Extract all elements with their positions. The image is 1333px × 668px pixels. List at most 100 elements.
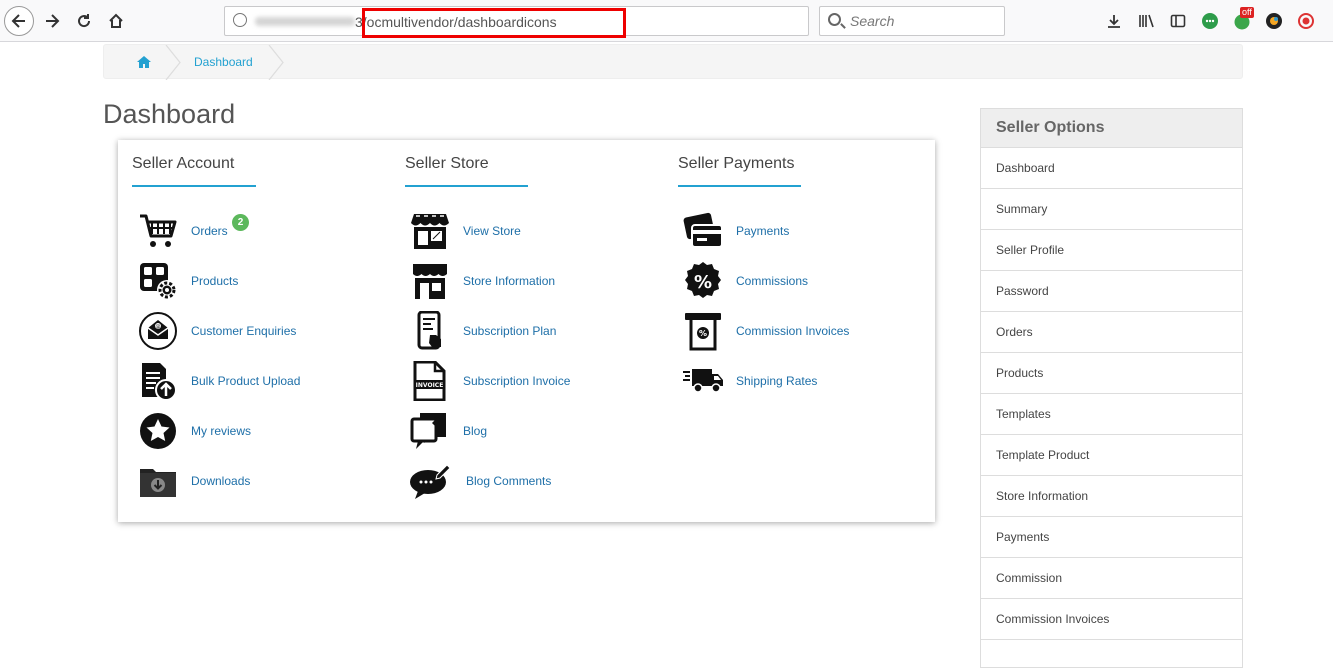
dashboard-card: Seller Account Orders 2 Products @ Custo… bbox=[118, 140, 935, 522]
column-title: Seller Payments bbox=[678, 155, 795, 172]
sidebar-toggle-icon[interactable] bbox=[1168, 11, 1188, 31]
browser-toolbar: 3/ocmultivendor/dashboardicons off bbox=[0, 0, 1333, 42]
item-label: Subscription Invoice bbox=[463, 374, 571, 388]
chat-extension-icon[interactable] bbox=[1200, 11, 1220, 31]
url-host-blurred bbox=[255, 17, 355, 26]
dashboard-item-products[interactable]: Products bbox=[136, 261, 238, 301]
column-underline bbox=[405, 185, 528, 187]
dashboard-item-downloads[interactable]: Downloads bbox=[136, 461, 250, 501]
sidebar-item-store-information[interactable]: Store Information bbox=[981, 476, 1242, 517]
envelope-icon: @ bbox=[139, 312, 177, 350]
dashboard-item-store-information[interactable]: Store Information bbox=[408, 261, 555, 301]
storefront-icon bbox=[411, 214, 449, 249]
upload-doc-icon bbox=[142, 363, 177, 401]
color-picker-icon[interactable] bbox=[1264, 11, 1284, 31]
search-box[interactable] bbox=[819, 6, 1005, 36]
item-label: Shipping Rates bbox=[736, 374, 818, 388]
seller-options-sidebar: Seller Options Dashboard Summary Seller … bbox=[980, 108, 1243, 668]
download-icon[interactable] bbox=[1104, 11, 1124, 31]
arrow-right-icon bbox=[46, 14, 60, 28]
reload-icon bbox=[78, 14, 91, 28]
info-icon[interactable] bbox=[233, 13, 247, 27]
card-icon bbox=[683, 212, 723, 248]
home-button[interactable] bbox=[102, 7, 130, 35]
store-info-icon bbox=[413, 264, 447, 299]
search-icon bbox=[828, 13, 841, 26]
sidebar-item-payments[interactable]: Payments bbox=[981, 517, 1242, 558]
item-label: Bulk Product Upload bbox=[191, 374, 301, 388]
products-gear-icon bbox=[140, 263, 177, 300]
breadcrumb: Dashboard bbox=[103, 44, 1243, 80]
dashboard-item-shipping-rates[interactable]: Shipping Rates bbox=[681, 361, 817, 401]
item-label: View Store bbox=[463, 224, 521, 238]
item-label: Subscription Plan bbox=[463, 324, 557, 338]
sidebar-item-seller-profile[interactable]: Seller Profile bbox=[981, 230, 1242, 271]
sidebar-item-commission-invoices[interactable]: Commission Invoices bbox=[981, 599, 1242, 640]
house-icon bbox=[109, 13, 123, 28]
reload-button[interactable] bbox=[70, 7, 98, 35]
item-label: Customer Enquiries bbox=[191, 324, 297, 338]
star-badge-icon bbox=[140, 413, 176, 449]
sidebar-title: Seller Options bbox=[981, 109, 1242, 148]
dashboard-item-bulk-upload[interactable]: Bulk Product Upload bbox=[136, 361, 300, 401]
sidebar-item-password[interactable]: Password bbox=[981, 271, 1242, 312]
back-button[interactable] bbox=[4, 6, 34, 36]
percent-badge-icon: % bbox=[685, 262, 721, 298]
cart-icon bbox=[140, 214, 177, 247]
receipt-percent-icon: % bbox=[685, 313, 721, 351]
item-label: Orders bbox=[191, 224, 228, 238]
orders-count-badge: 2 bbox=[232, 214, 249, 231]
page-title: Dashboard bbox=[103, 99, 236, 129]
sidebar-item-templates[interactable]: Templates bbox=[981, 394, 1242, 435]
dashboard-item-orders[interactable]: Orders bbox=[136, 211, 228, 251]
dashboard-item-blog[interactable]: Blog bbox=[408, 411, 487, 451]
breadcrumb-separator bbox=[165, 45, 181, 80]
dashboard-item-commissions[interactable]: % Commissions bbox=[681, 261, 808, 301]
invoice-doc-icon: INVOICE bbox=[413, 361, 446, 401]
blog-icon bbox=[410, 413, 446, 449]
home-icon[interactable] bbox=[136, 54, 152, 70]
column-title: Seller Store bbox=[405, 155, 489, 172]
svg-text:INVOICE: INVOICE bbox=[416, 382, 444, 389]
forward-button[interactable] bbox=[38, 7, 66, 35]
sidebar-item-products[interactable]: Products bbox=[981, 353, 1242, 394]
comment-bubble-icon bbox=[410, 464, 451, 499]
dashboard-item-commission-invoices[interactable]: % Commission Invoices bbox=[681, 311, 849, 351]
item-label: Store Information bbox=[463, 274, 556, 288]
dashboard-item-payments[interactable]: Payments bbox=[681, 211, 789, 251]
record-icon[interactable] bbox=[1296, 11, 1316, 31]
library-icon[interactable] bbox=[1137, 11, 1157, 31]
column-underline bbox=[678, 185, 801, 187]
download-folder-icon bbox=[140, 469, 176, 497]
svg-text:%: % bbox=[699, 329, 707, 338]
dashboard-item-view-store[interactable]: View Store bbox=[408, 211, 521, 251]
truck-icon bbox=[683, 369, 723, 393]
column-title: Seller Account bbox=[132, 155, 235, 172]
item-label: Blog Comments bbox=[466, 474, 552, 488]
sidebar-item-commission[interactable]: Commission bbox=[981, 558, 1242, 599]
search-input[interactable] bbox=[850, 12, 1000, 30]
dashboard-item-blog-comments[interactable]: Blog Comments bbox=[408, 461, 551, 501]
dashboard-item-subscription-plan[interactable]: Subscription Plan bbox=[408, 311, 556, 351]
dashboard-item-customer-enquiries[interactable]: @ Customer Enquiries bbox=[136, 311, 296, 351]
item-label: My reviews bbox=[191, 424, 252, 438]
sidebar-item-template-product[interactable]: Template Product bbox=[981, 435, 1242, 476]
arrow-left-icon bbox=[11, 14, 25, 28]
dashboard-item-my-reviews[interactable]: My reviews bbox=[136, 411, 251, 451]
sidebar-item-dashboard[interactable]: Dashboard bbox=[981, 148, 1242, 189]
column-underline bbox=[132, 185, 256, 187]
sidebar-item-orders[interactable]: Orders bbox=[981, 312, 1242, 353]
sidebar-item-summary[interactable]: Summary bbox=[981, 189, 1242, 230]
svg-text:@: @ bbox=[156, 324, 161, 330]
dashboard-item-subscription-invoice[interactable]: INVOICE Subscription Invoice bbox=[408, 361, 570, 401]
svg-text:%: % bbox=[694, 272, 712, 293]
item-label: Commission Invoices bbox=[736, 324, 850, 338]
extension-off-badge: off bbox=[1240, 7, 1254, 18]
url-highlight-box bbox=[362, 8, 626, 38]
breadcrumb-dashboard[interactable]: Dashboard bbox=[194, 55, 253, 69]
item-label: Commissions bbox=[736, 274, 809, 288]
breadcrumb-separator bbox=[268, 45, 284, 80]
item-label: Payments bbox=[736, 224, 790, 238]
item-label: Products bbox=[191, 274, 239, 288]
phone-plan-icon bbox=[417, 311, 441, 350]
